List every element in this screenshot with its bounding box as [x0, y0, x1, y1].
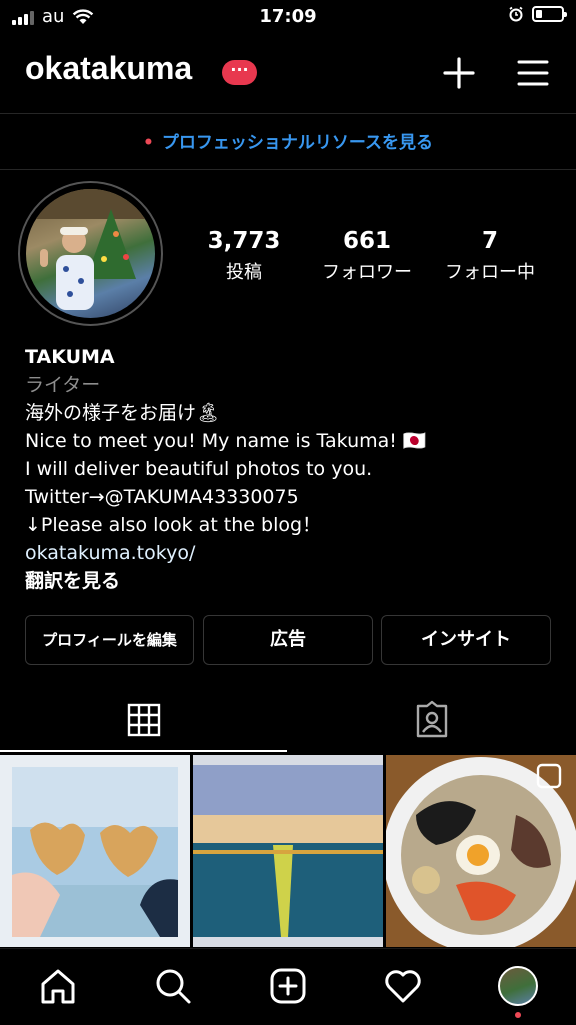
ads-button[interactable]: 広告 — [203, 615, 373, 665]
category-label: ライター — [25, 374, 101, 396]
following-label: フォロー中 — [445, 262, 535, 283]
see-translation-link[interactable]: 翻訳を見る — [25, 567, 555, 595]
professional-resources-link[interactable]: • プロフェッショナルリソースを見る — [0, 128, 576, 153]
banner-text: プロフェッショナルリソースを見る — [161, 133, 434, 153]
status-right — [508, 6, 567, 22]
post-thumbnail[interactable] — [193, 755, 383, 947]
bio-line: Twitter→@TAKUMA43330075 — [25, 486, 299, 508]
plus-icon[interactable] — [442, 56, 476, 90]
stat-posts[interactable]: 3,773 投稿 — [184, 228, 304, 284]
clock: 17:09 — [259, 6, 317, 27]
insights-button[interactable]: インサイト — [381, 615, 551, 665]
display-name: TAKUMA — [25, 346, 115, 368]
followers-label: フォロワー — [322, 262, 412, 283]
notification-dot — [515, 1012, 521, 1018]
followers-count: 661 — [342, 228, 391, 254]
stat-following[interactable]: 7 フォロー中 — [430, 228, 550, 284]
following-count: 7 — [481, 228, 498, 254]
heart-icon[interactable] — [383, 966, 423, 1006]
home-icon[interactable] — [38, 966, 78, 1006]
bio-line: I will deliver beautiful photos to you. — [25, 458, 373, 480]
profile-username[interactable]: okatakuma — [25, 50, 192, 87]
stat-followers[interactable]: 661 フォロワー — [307, 228, 427, 284]
tagged-icon[interactable] — [412, 700, 452, 740]
bio-line: 海外の様子をお届け🏝 — [25, 402, 221, 424]
battery-icon — [532, 6, 567, 22]
website-link[interactable]: okatakuma.tokyo/ — [25, 539, 555, 567]
grid-icon[interactable] — [124, 700, 164, 740]
alarm-icon — [509, 6, 523, 22]
active-tab-indicator — [0, 750, 287, 752]
post-thumbnail[interactable] — [0, 755, 190, 947]
new-post-icon[interactable] — [268, 966, 308, 1006]
post-image — [193, 755, 383, 947]
posts-label: 投稿 — [226, 262, 262, 283]
banner-dot: • — [142, 133, 154, 153]
avatar-photo — [26, 189, 155, 310]
header-divider — [0, 113, 576, 114]
search-icon[interactable] — [153, 966, 193, 1006]
profile-bio: TAKUMA ライター 海外の様子をお届け🏝 Nice to meet you!… — [25, 343, 555, 595]
bio-line: ↓Please also look at the blog！ — [25, 514, 322, 536]
profile-tab-avatar[interactable] — [498, 966, 538, 1006]
post-image — [386, 755, 576, 947]
hamburger-icon[interactable] — [516, 56, 550, 90]
banner-divider — [0, 169, 576, 170]
status-bar: au 17:09 — [0, 0, 576, 34]
notification-badge[interactable]: ··· — [222, 60, 257, 85]
post-thumbnail[interactable] — [386, 755, 576, 947]
bio-line: Nice to meet you! My name is Takuma! 🇯🇵 — [25, 430, 427, 452]
avatar[interactable] — [26, 189, 155, 318]
edit-profile-button[interactable]: プロフィールを編集 — [25, 615, 194, 665]
post-image — [0, 755, 190, 947]
posts-count: 3,773 — [207, 228, 281, 254]
